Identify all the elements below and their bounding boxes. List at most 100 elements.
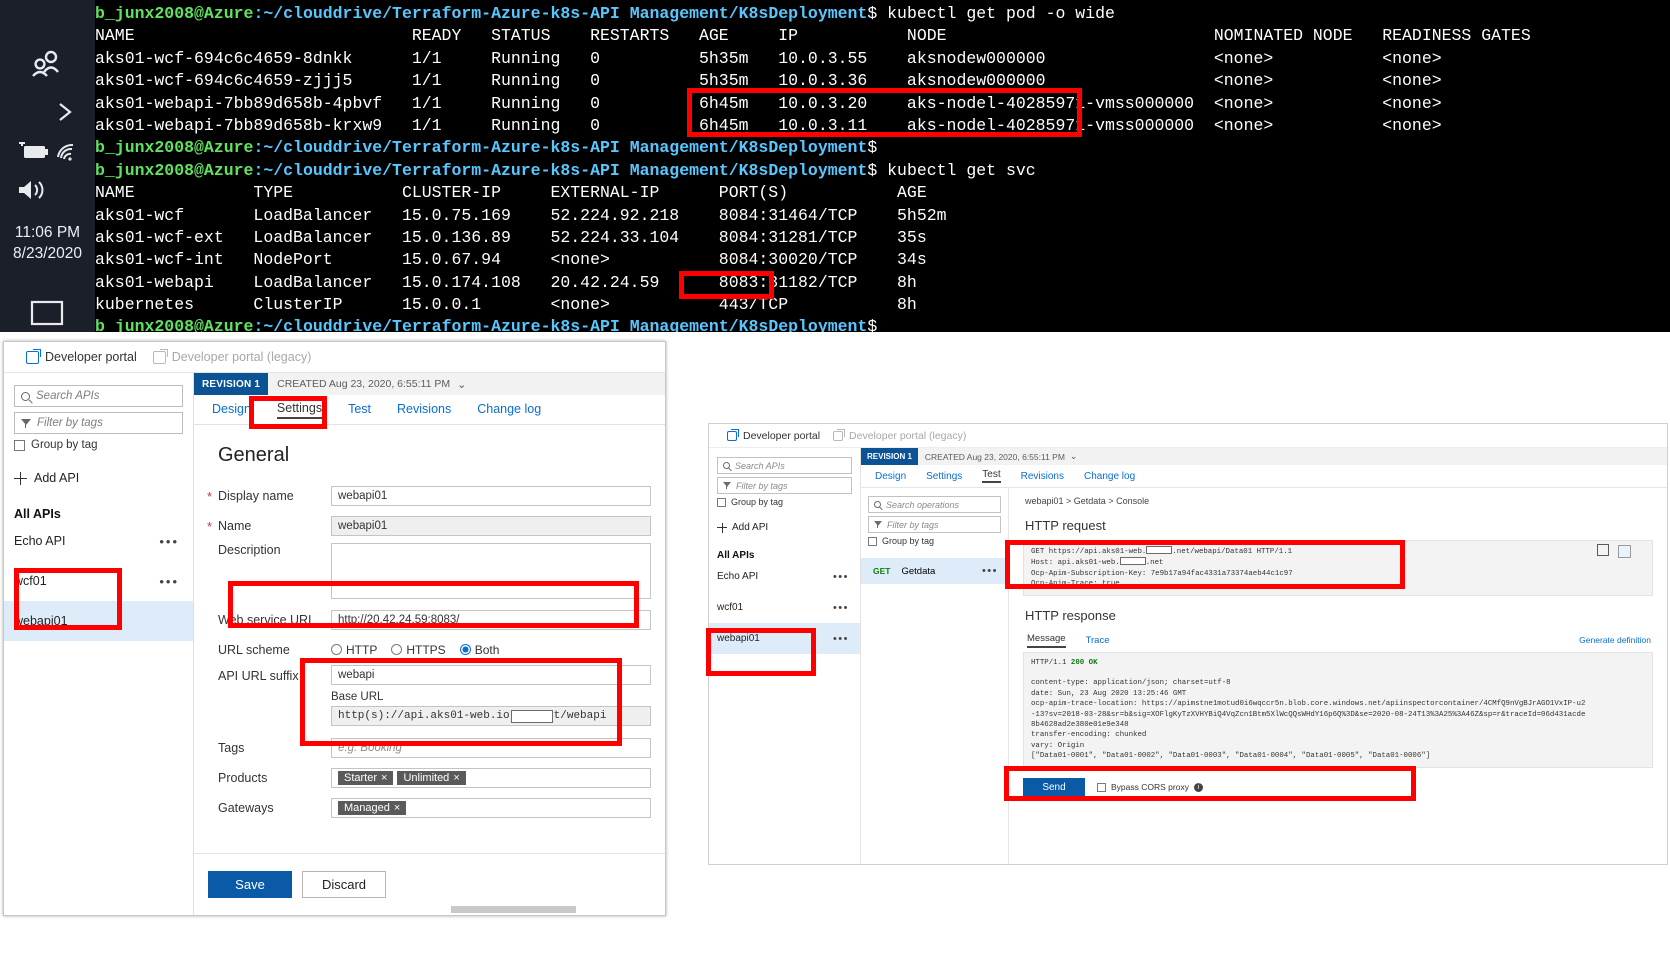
tab-settings[interactable]: Settings bbox=[926, 471, 962, 482]
request-line-1-prefix: GET https://api.aks01-web. bbox=[1031, 548, 1147, 556]
chip-remove-icon[interactable]: × bbox=[453, 772, 459, 784]
chip-unlimited[interactable]: Unlimited × bbox=[397, 771, 466, 785]
info-icon[interactable]: i bbox=[1193, 782, 1203, 792]
developer-portal-bar: Developer portal Developer portal (legac… bbox=[4, 342, 665, 373]
chip-remove-icon[interactable]: × bbox=[394, 802, 400, 814]
filter-by-tags-input[interactable]: Filter by tags bbox=[717, 477, 852, 494]
tab-revisions[interactable]: Revisions bbox=[1021, 471, 1064, 482]
tray-clock-date: 8/23/2020 bbox=[13, 245, 82, 262]
people-icon[interactable] bbox=[28, 50, 64, 78]
filter-icon bbox=[723, 482, 731, 489]
developer-portal-link[interactable]: Developer portal bbox=[727, 428, 821, 442]
radio-label: HTTPS bbox=[406, 643, 446, 657]
revision-bar: REVISION 1 CREATED Aug 23, 2020, 6:55:11… bbox=[194, 373, 665, 395]
more-options-icon[interactable]: ••• bbox=[833, 633, 849, 645]
checkbox-icon bbox=[14, 439, 25, 451]
group-by-tag-checkbox[interactable]: Group by tag bbox=[717, 497, 852, 507]
add-api-button[interactable]: Add API bbox=[14, 471, 183, 485]
tab-design[interactable]: Design bbox=[875, 471, 906, 482]
battery-charging-icon[interactable] bbox=[18, 142, 50, 162]
api-item-label: wcf01 bbox=[14, 574, 47, 588]
api-list-item-webapi01[interactable]: webapi01 ••• bbox=[709, 623, 860, 654]
api-list-item-echo[interactable]: Echo API ••• bbox=[709, 561, 860, 592]
developer-portal-link[interactable]: Developer portal bbox=[26, 348, 137, 364]
search-apis-input[interactable]: Search APIs bbox=[717, 457, 852, 474]
tab-settings[interactable]: Settings bbox=[276, 401, 323, 419]
checkbox-icon bbox=[1097, 782, 1106, 792]
wifi-icon[interactable] bbox=[55, 142, 79, 162]
radio-both[interactable]: Both bbox=[459, 643, 499, 657]
tab-design[interactable]: Design bbox=[212, 402, 251, 418]
window-icon[interactable] bbox=[30, 300, 64, 326]
tab-revisions[interactable]: Revisions bbox=[397, 402, 451, 418]
terminal-output-line: aks01-wcf-int NodePort 15.0.67.94 <none>… bbox=[95, 250, 927, 270]
tab-message[interactable]: Message bbox=[1027, 633, 1066, 648]
filter-operations-input[interactable]: Filter by tags bbox=[868, 516, 1001, 533]
add-api-button[interactable]: Add API bbox=[717, 522, 852, 533]
radio-https[interactable]: HTTPS bbox=[391, 643, 446, 657]
name-input[interactable]: webapi01 bbox=[331, 516, 651, 536]
api-list-item-wcf01[interactable]: wcf01 ••• bbox=[709, 592, 860, 623]
chip-managed[interactable]: Managed × bbox=[338, 801, 407, 815]
more-options-icon[interactable]: ••• bbox=[159, 574, 179, 589]
filter-by-tags-input[interactable]: Filter by tags bbox=[14, 412, 183, 434]
group-by-tag-checkbox[interactable]: Group by tag bbox=[14, 439, 183, 451]
name-label: * Name bbox=[207, 519, 331, 534]
api-list-item-webapi01[interactable]: webapi01 bbox=[4, 601, 193, 641]
chip-remove-icon[interactable]: × bbox=[381, 772, 387, 784]
tab-change-log[interactable]: Change log bbox=[1084, 471, 1135, 482]
api-url-suffix-input[interactable]: webapi bbox=[331, 665, 651, 685]
chevron-down-icon[interactable]: ⌄ bbox=[457, 378, 466, 391]
search-apis-placeholder: Search APIs bbox=[735, 460, 785, 471]
radio-icon bbox=[391, 644, 403, 655]
description-input[interactable] bbox=[331, 543, 651, 599]
products-input[interactable]: Starter × Unlimited × bbox=[331, 768, 651, 788]
web-service-url-input[interactable]: http://20.42.24.59:8083/ bbox=[331, 610, 651, 630]
discard-button[interactable]: Discard bbox=[302, 871, 386, 898]
bypass-cors-checkbox[interactable]: Bypass CORS proxy i bbox=[1097, 782, 1203, 792]
api-list-item-echo[interactable]: Echo API ••• bbox=[4, 521, 193, 561]
send-button[interactable]: Send bbox=[1023, 777, 1085, 797]
operation-item-getdata[interactable]: GET Getdata ••• bbox=[861, 558, 1008, 584]
chevron-down-icon[interactable]: ⌄ bbox=[1070, 451, 1078, 462]
tab-change-log[interactable]: Change log bbox=[477, 402, 541, 418]
radio-http[interactable]: HTTP bbox=[331, 643, 377, 657]
more-options-icon[interactable]: ••• bbox=[833, 571, 849, 583]
developer-portal-legacy-link[interactable]: Developer portal (legacy) bbox=[152, 348, 311, 364]
http-verb-badge: GET bbox=[873, 566, 891, 576]
more-options-icon[interactable]: ••• bbox=[982, 565, 998, 577]
description-label: Description bbox=[218, 543, 281, 557]
developer-portal-legacy-link[interactable]: Developer portal (legacy) bbox=[833, 428, 967, 442]
display-name-input[interactable]: webapi01 bbox=[331, 486, 651, 506]
volume-icon[interactable] bbox=[16, 178, 48, 202]
search-operations-placeholder: Search operations bbox=[886, 499, 960, 510]
filter-by-tags-placeholder: Filter by tags bbox=[736, 480, 788, 491]
gateways-input[interactable]: Managed × bbox=[331, 798, 651, 818]
copy-icon[interactable] bbox=[1597, 544, 1609, 556]
generate-definition-link[interactable]: Generate definition bbox=[1579, 635, 1651, 645]
more-options-icon[interactable]: ••• bbox=[159, 534, 179, 549]
search-apis-input[interactable]: Search APIs bbox=[14, 385, 183, 407]
api-list-item-wcf01[interactable]: wcf01 ••• bbox=[4, 561, 193, 601]
group-by-tag-checkbox[interactable]: Group by tag bbox=[868, 536, 1001, 546]
chip-starter[interactable]: Starter × bbox=[338, 771, 394, 785]
base-url-prefix: http(s)://api.aks01-web.io bbox=[338, 710, 510, 722]
search-operations-input[interactable]: Search operations bbox=[868, 496, 1001, 513]
tab-test[interactable]: Test bbox=[982, 469, 1001, 483]
developer-portal-label: Developer portal bbox=[743, 429, 821, 442]
request-line-1-suffix: .net/webapi/Data01 HTTP/1.1 bbox=[1172, 548, 1293, 556]
radio-icon-selected bbox=[459, 644, 471, 655]
revision-badge[interactable]: REVISION 1 bbox=[861, 448, 918, 465]
tags-input[interactable]: e.g. Booking bbox=[331, 738, 651, 758]
more-options-icon[interactable]: ••• bbox=[833, 602, 849, 614]
tab-trace[interactable]: Trace bbox=[1086, 635, 1110, 646]
tab-test[interactable]: Test bbox=[348, 402, 371, 418]
revision-badge[interactable]: REVISION 1 bbox=[194, 373, 269, 395]
horizontal-scrollbar[interactable] bbox=[199, 906, 665, 913]
developer-portal-legacy-label: Developer portal (legacy) bbox=[849, 429, 967, 442]
chevron-right-icon[interactable] bbox=[55, 100, 77, 124]
powershell-icon[interactable] bbox=[1618, 545, 1631, 558]
terminal-output-line: aks01-webapi-7bb89d658b-krxw9 1/1 Runnin… bbox=[95, 115, 1442, 135]
save-button[interactable]: Save bbox=[208, 871, 292, 898]
api-item-label: wcf01 bbox=[717, 602, 744, 613]
